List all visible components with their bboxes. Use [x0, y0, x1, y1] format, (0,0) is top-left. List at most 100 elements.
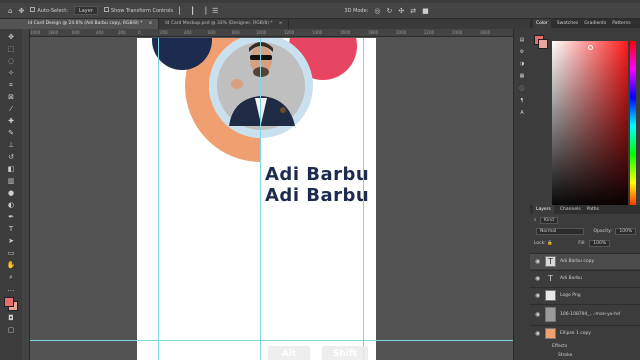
- right-panels: Color Swatches Gradients Patterns Layers…: [530, 19, 640, 360]
- foreground-color-swatch[interactable]: [4, 297, 14, 307]
- zoom-tool-icon[interactable]: ⌕: [6, 273, 17, 282]
- eye-icon[interactable]: ◉: [535, 258, 541, 265]
- quick-mask-icon[interactable]: ◘: [6, 314, 17, 323]
- layer-row[interactable]: ◉ Ellipse 1 copy: [530, 325, 640, 341]
- man-hand-shape: [231, 79, 243, 89]
- shape-tool-icon[interactable]: ▭: [6, 249, 17, 258]
- opacity-field[interactable]: 100%: [615, 228, 637, 235]
- name-text[interactable]: Adi Barbu: [265, 185, 369, 206]
- layer-thumbnail: [545, 307, 556, 322]
- home-icon[interactable]: ⌂: [8, 7, 12, 15]
- screen-mode-icon[interactable]: ▢: [6, 326, 17, 335]
- tab-color[interactable]: Color: [533, 19, 551, 28]
- guide-vertical: [363, 38, 364, 360]
- align-right-icon[interactable]: ▕: [201, 7, 206, 15]
- hand-tool-icon[interactable]: ✋: [6, 261, 17, 270]
- auto-select-option[interactable]: Auto-Select:: [30, 7, 68, 14]
- canvas-area[interactable]: Adi Barbu Adi Barbu Alt + Shift: [30, 38, 530, 360]
- panel-dock: ▤ ⚙ ◑ ▦ ⓘ ¶ A: [513, 29, 530, 360]
- layer-row[interactable]: ◉ 106-108794_...-man-yo-hd: [530, 304, 640, 324]
- tab-gradients[interactable]: Gradients: [584, 19, 606, 28]
- layer-row[interactable]: ◉ Logo Png: [530, 287, 640, 303]
- color-picker-handle[interactable]: [588, 45, 593, 50]
- lock-row: Lock: 🔒 Fill: 100%: [534, 240, 611, 247]
- character-panel-icon[interactable]: A: [520, 110, 523, 116]
- align-center-icon[interactable]: ┃: [191, 7, 195, 15]
- path-select-icon[interactable]: ➤: [6, 237, 17, 246]
- close-icon[interactable]: ×: [148, 21, 152, 26]
- type-tool-icon[interactable]: T: [6, 225, 17, 234]
- blend-mode-dropdown[interactable]: Normal: [536, 228, 584, 235]
- history-brush-icon[interactable]: ↺: [6, 153, 17, 162]
- name-text-copy[interactable]: Adi Barbu: [265, 164, 369, 185]
- tab-id-card-design[interactable]: Id Card Design @ 24.6% (Adi Barbu copy, …: [22, 19, 160, 29]
- eye-icon[interactable]: ◉: [535, 330, 541, 337]
- paragraph-panel-icon[interactable]: ¶: [520, 98, 523, 104]
- eye-icon[interactable]: ◉: [535, 292, 541, 299]
- layer-filter[interactable]: ⌕ Kind: [534, 217, 558, 224]
- marquee-tool-icon[interactable]: ⬚: [6, 45, 17, 54]
- healing-brush-icon[interactable]: ✚: [6, 117, 17, 126]
- auto-select-dropdown[interactable]: Layer: [73, 6, 98, 15]
- options-bar: ⌂ ✥ Auto-Select: Layer Show Transform Co…: [0, 3, 640, 19]
- tab-channels[interactable]: Channels: [560, 205, 581, 214]
- lock-icon[interactable]: 🔒: [547, 241, 553, 246]
- move-tool-icon[interactable]: ✥: [6, 33, 17, 42]
- layer-row[interactable]: ◉ T Adi Barbu copy: [530, 253, 640, 269]
- frame-tool-icon[interactable]: ⊠: [6, 93, 17, 102]
- sunglasses-shape: [250, 55, 272, 60]
- distribute-icon[interactable]: ☰: [212, 7, 218, 15]
- vertical-ruler: [22, 29, 30, 360]
- 3d-scale-icon[interactable]: ■: [422, 7, 429, 15]
- eyedropper-icon[interactable]: ⁄: [6, 105, 17, 114]
- more-tools-icon[interactable]: …: [6, 285, 17, 294]
- 3d-roll-icon[interactable]: ↻: [386, 7, 392, 15]
- dodge-tool-icon[interactable]: ◐: [6, 201, 17, 210]
- document-artboard[interactable]: Adi Barbu Adi Barbu: [137, 38, 376, 360]
- libraries-panel-icon[interactable]: ▦: [520, 73, 525, 79]
- crop-tool-icon[interactable]: ⌗: [6, 81, 17, 90]
- lasso-tool-icon[interactable]: ◌: [6, 57, 17, 66]
- layer-row[interactable]: ◉ T Adi Barbu: [530, 270, 640, 286]
- eye-icon[interactable]: ◉: [535, 275, 541, 282]
- stamp-tool-icon[interactable]: ⊥: [6, 141, 17, 150]
- blur-tool-icon[interactable]: ●: [6, 189, 17, 198]
- transform-controls-option[interactable]: Show Transform Controls: [103, 7, 173, 14]
- layers-panel: Layers Channels Paths ⌕ Kind Normal Opac…: [530, 205, 640, 360]
- tab-swatches[interactable]: Swatches: [557, 19, 579, 28]
- hue-slider[interactable]: [630, 41, 636, 211]
- layer-effect-stroke-row[interactable]: Stroke: [530, 350, 640, 360]
- pen-tool-icon[interactable]: ✒: [6, 213, 17, 222]
- move-tool-icon[interactable]: ✥: [18, 7, 24, 15]
- 3d-orbit-icon[interactable]: ◎: [374, 7, 380, 15]
- properties-panel-icon[interactable]: ⚙: [520, 49, 524, 55]
- guide-horizontal: [30, 340, 530, 341]
- fill-field[interactable]: 100%: [589, 240, 611, 247]
- auto-select-checkbox[interactable]: [30, 7, 36, 12]
- 3d-slide-icon[interactable]: ⇄: [410, 7, 416, 15]
- tab-id-card-mockup[interactable]: Id Card Mockup.psd @ 33% (Designer, RGB/…: [159, 19, 290, 29]
- close-icon[interactable]: ×: [279, 21, 283, 26]
- guide-vertical: [158, 38, 159, 360]
- gradient-tool-icon[interactable]: ▥: [6, 177, 17, 186]
- history-panel-icon[interactable]: ▤: [520, 37, 525, 43]
- background-color-swatch[interactable]: [538, 39, 548, 49]
- brush-tool-icon[interactable]: ✎: [6, 129, 17, 138]
- tab-layers[interactable]: Layers: [533, 205, 554, 214]
- tab-patterns[interactable]: Patterns: [612, 19, 631, 28]
- text-layer-icon: T: [545, 256, 556, 267]
- info-panel-icon[interactable]: ⓘ: [519, 85, 524, 92]
- transform-checkbox[interactable]: [103, 7, 109, 12]
- eye-icon[interactable]: ◉: [535, 311, 541, 318]
- key-overlay-shift: Shift: [322, 346, 368, 360]
- tab-paths[interactable]: Paths: [587, 205, 599, 214]
- adjustments-panel-icon[interactable]: ◑: [520, 61, 524, 67]
- color-picker-field[interactable]: [552, 41, 628, 211]
- 3d-drag-icon[interactable]: ✣: [398, 7, 404, 15]
- watch-shape: [280, 107, 286, 113]
- document-tabs: Id Card Design @ 24.6% (Adi Barbu copy, …: [22, 19, 530, 29]
- color-swatches[interactable]: [3, 297, 19, 311]
- eraser-tool-icon[interactable]: ◧: [6, 165, 17, 174]
- magic-wand-icon[interactable]: ✧: [6, 69, 17, 78]
- align-left-icon[interactable]: ▏: [179, 7, 184, 15]
